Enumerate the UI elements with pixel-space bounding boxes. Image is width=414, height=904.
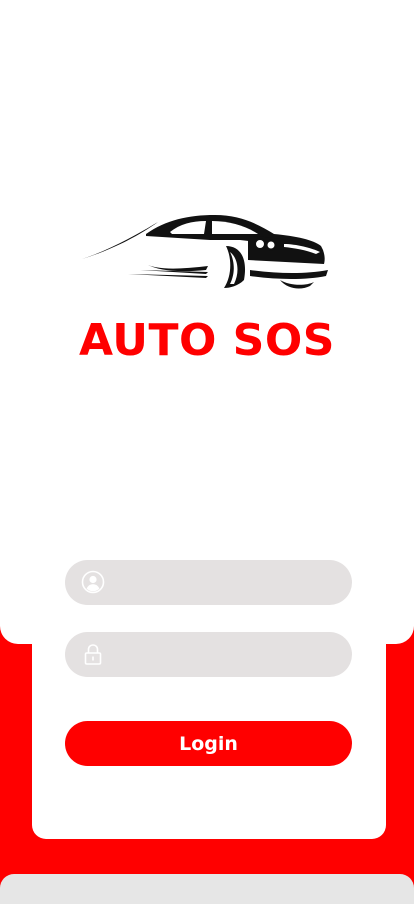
login-button[interactable]: Login xyxy=(65,721,352,766)
car-icon xyxy=(82,215,328,289)
password-field[interactable] xyxy=(65,632,352,677)
lock-icon xyxy=(84,644,102,665)
password-input[interactable] xyxy=(117,632,337,677)
brand-title: AUTO SOS xyxy=(79,315,335,366)
user-icon xyxy=(81,570,105,594)
username-field[interactable] xyxy=(65,560,352,605)
bottom-bar xyxy=(0,874,414,904)
username-input[interactable] xyxy=(117,560,337,605)
